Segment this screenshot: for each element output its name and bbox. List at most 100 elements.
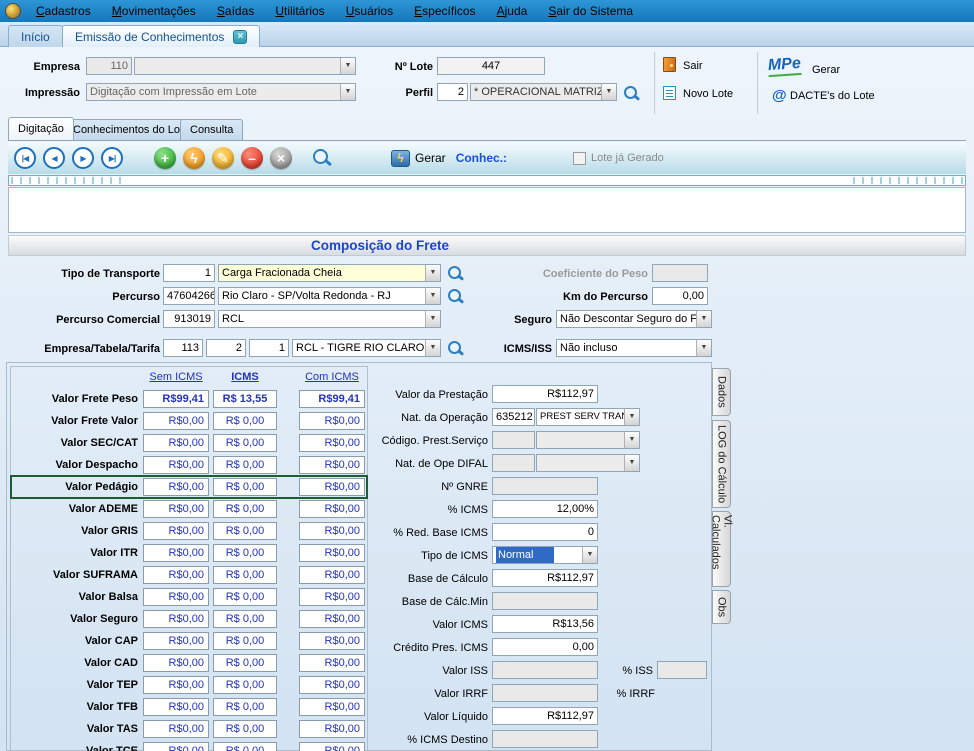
tabela-empresa-field[interactable]: 113 xyxy=(163,339,203,357)
delete-record-icon[interactable]: – xyxy=(241,147,263,169)
previous-record-icon[interactable]: ◀ xyxy=(43,147,65,169)
chevron-down-icon[interactable]: ▼ xyxy=(624,409,639,425)
value-icms-field[interactable]: R$ 0,00 xyxy=(213,654,277,672)
toolbar-gerar-button[interactable]: Gerar xyxy=(415,151,446,165)
menu-item[interactable]: Cadastros xyxy=(27,1,100,21)
nat-operacao-combo[interactable]: PREST SERV TRANSI ▼ xyxy=(536,408,640,426)
p-red-base-field[interactable]: 0 xyxy=(492,523,598,541)
subtab-conhecimentos-lote[interactable]: Conhecimentos do Lote xyxy=(63,119,199,140)
valor-icms-field[interactable]: R$13,56 xyxy=(492,615,598,633)
chevron-down-icon[interactable]: ▼ xyxy=(425,265,440,281)
tipo-icms-combo[interactable]: Normal ▼ xyxy=(492,546,598,564)
lote-field[interactable]: 447 xyxy=(437,57,545,75)
menu-item[interactable]: Usuários xyxy=(337,1,402,21)
value-icms-field[interactable]: R$ 0,00 xyxy=(213,588,277,606)
value-sem-icms-field[interactable]: R$0,00 xyxy=(143,588,209,606)
chevron-down-icon[interactable]: ▼ xyxy=(601,84,616,100)
subtab-consulta[interactable]: Consulta xyxy=(180,119,243,140)
value-sem-icms-field[interactable]: R$0,00 xyxy=(143,412,209,430)
subtab-digitacao[interactable]: Digitação xyxy=(8,117,74,140)
side-tab-obs[interactable]: Obs xyxy=(712,590,731,624)
tab-emissao-conhecimentos[interactable]: Emissão de Conhecimentos × xyxy=(62,25,260,47)
value-icms-field[interactable]: R$ 0,00 xyxy=(213,610,277,628)
side-tab-dados[interactable]: Dados xyxy=(712,368,731,416)
value-sem-icms-field[interactable]: R$0,00 xyxy=(143,654,209,672)
side-tab-log-calculo[interactable]: LOG do Cálculo xyxy=(712,420,731,508)
search-icon[interactable] xyxy=(622,84,640,102)
value-icms-field[interactable]: R$ 0,00 xyxy=(213,412,277,430)
value-sem-icms-field[interactable]: R$0,00 xyxy=(143,676,209,694)
novo-lote-button[interactable]: Novo Lote xyxy=(683,88,733,100)
value-sem-icms-field[interactable]: R$0,00 xyxy=(143,566,209,584)
value-sem-icms-field[interactable]: R$0,00 xyxy=(143,742,209,751)
value-icms-field[interactable]: R$ 13,55 xyxy=(213,390,277,408)
value-sem-icms-field[interactable]: R$0,00 xyxy=(143,522,209,540)
menu-item[interactable]: Sair do Sistema xyxy=(539,1,642,21)
conhecimentos-list[interactable] xyxy=(8,187,966,233)
generate-icon[interactable] xyxy=(391,150,410,167)
value-icms-field[interactable]: R$ 0,00 xyxy=(213,742,277,751)
close-icon[interactable]: × xyxy=(233,30,247,44)
cancel-record-icon[interactable]: × xyxy=(270,147,292,169)
base-calculo-field[interactable]: R$112,97 xyxy=(492,569,598,587)
add-record-icon[interactable]: + xyxy=(154,147,176,169)
liquido-field[interactable]: R$112,97 xyxy=(492,707,598,725)
percurso-comercial-code[interactable]: 913019 xyxy=(163,310,215,328)
side-tab-vl-calculados[interactable]: Vl. Calculados xyxy=(712,511,731,587)
exit-door-icon[interactable] xyxy=(663,57,676,72)
new-lot-icon[interactable] xyxy=(663,86,676,100)
edit-record-icon[interactable]: ✎ xyxy=(212,147,234,169)
next-record-icon[interactable]: ▶ xyxy=(72,147,94,169)
chevron-down-icon[interactable]: ▼ xyxy=(696,340,711,356)
value-sem-icms-field[interactable]: R$0,00 xyxy=(143,500,209,518)
value-icms-field[interactable]: R$ 0,00 xyxy=(213,676,277,694)
dacte-button[interactable]: DACTE's do Lote xyxy=(790,90,875,102)
value-sem-icms-field[interactable]: R$0,00 xyxy=(143,698,209,716)
value-icms-field[interactable]: R$ 0,00 xyxy=(213,478,277,496)
menu-item[interactable]: Utilitários xyxy=(266,1,333,21)
menu-item[interactable]: Específicos xyxy=(405,1,484,21)
sair-button[interactable]: Sair xyxy=(683,60,703,72)
value-icms-field[interactable]: R$ 0,00 xyxy=(213,456,277,474)
credito-field[interactable]: 0,00 xyxy=(492,638,598,656)
value-icms-field[interactable]: R$ 0,00 xyxy=(213,698,277,716)
search-icon[interactable] xyxy=(446,287,464,305)
value-sem-icms-field[interactable]: R$0,00 xyxy=(143,456,209,474)
search-icon[interactable] xyxy=(311,147,333,169)
tabela-tabela-field[interactable]: 2 xyxy=(206,339,246,357)
tipo-transporte-combo[interactable]: Carga Fracionada Cheia ▼ xyxy=(218,264,441,282)
chevron-down-icon[interactable]: ▼ xyxy=(425,311,440,327)
value-icms-field[interactable]: R$ 0,00 xyxy=(213,434,277,452)
tab-inicio[interactable]: Início xyxy=(8,25,63,47)
percurso-comercial-combo[interactable]: RCL ▼ xyxy=(218,310,441,328)
gerar-button[interactable]: Gerar xyxy=(812,64,840,76)
p-icms-field[interactable]: 12,00% xyxy=(492,500,598,518)
chevron-down-icon[interactable]: ▼ xyxy=(425,340,440,356)
perfil-code-field[interactable]: 2 xyxy=(437,83,468,101)
value-icms-field[interactable]: R$ 0,00 xyxy=(213,522,277,540)
value-sem-icms-field[interactable]: R$0,00 xyxy=(143,478,209,496)
last-record-icon[interactable]: ▶| xyxy=(101,147,123,169)
value-icms-field[interactable]: R$ 0,00 xyxy=(213,720,277,738)
nat-operacao-code[interactable]: 635212 xyxy=(492,408,535,426)
value-icms-field[interactable]: R$ 0,00 xyxy=(213,544,277,562)
icms-iss-combo[interactable]: Não incluso ▼ xyxy=(556,339,712,357)
perfil-combo[interactable]: * OPERACIONAL MATRIZ ▼ xyxy=(470,83,617,101)
percurso-code[interactable]: 47604266 xyxy=(163,287,215,305)
chevron-down-icon[interactable]: ▼ xyxy=(425,288,440,304)
search-icon[interactable] xyxy=(446,264,464,282)
value-icms-field[interactable]: R$ 0,00 xyxy=(213,566,277,584)
value-sem-icms-field[interactable]: R$0,00 xyxy=(143,720,209,738)
value-sem-icms-field[interactable]: R$0,00 xyxy=(143,434,209,452)
value-sem-icms-field[interactable]: R$0,00 xyxy=(143,610,209,628)
post-record-icon[interactable]: ϟ xyxy=(183,147,205,169)
value-sem-icms-field[interactable]: R$0,00 xyxy=(143,632,209,650)
seguro-combo[interactable]: Não Descontar Seguro do Frete P ▼ xyxy=(556,310,712,328)
chevron-down-icon[interactable]: ▼ xyxy=(696,311,711,327)
percurso-combo[interactable]: Rio Claro - SP/Volta Redonda - RJ ▼ xyxy=(218,287,441,305)
value-sem-icms-field[interactable]: R$99,41 xyxy=(143,390,209,408)
tabela-tarifa-field[interactable]: 1 xyxy=(249,339,289,357)
menu-item[interactable]: Ajuda xyxy=(488,1,537,21)
first-record-icon[interactable]: |◀ xyxy=(14,147,36,169)
value-sem-icms-field[interactable]: R$0,00 xyxy=(143,544,209,562)
